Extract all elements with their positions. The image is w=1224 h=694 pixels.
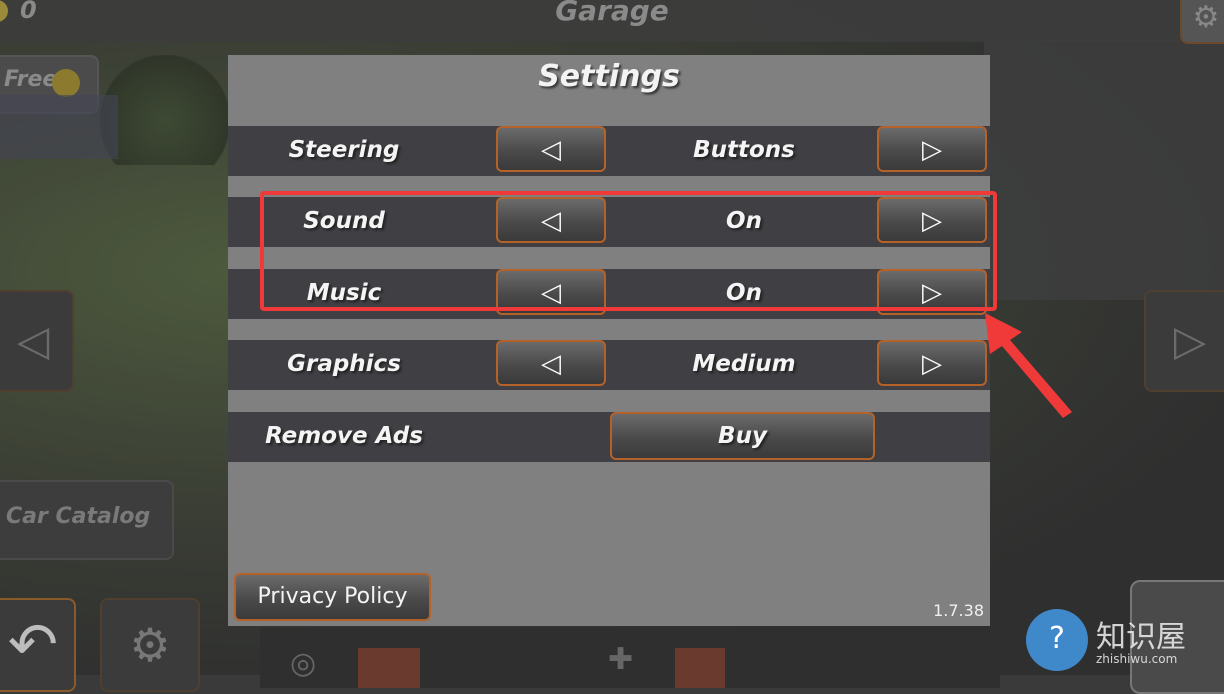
buy-button[interactable]: Buy	[610, 412, 875, 460]
setting-label: Steering	[288, 137, 400, 163]
repair-icon[interactable]: ✚	[608, 642, 633, 677]
free-label: Free	[4, 67, 58, 92]
background-trees	[100, 55, 230, 165]
remove-ads-label: Remove Ads	[265, 423, 423, 449]
left-arrow-icon[interactable]: ◁	[496, 340, 606, 386]
gear-icon[interactable]: ⚙	[1180, 0, 1224, 44]
setting-value: Buttons	[693, 137, 795, 163]
car-catalog-button[interactable]: Car Catalog	[0, 480, 174, 560]
setting-label: Graphics	[287, 351, 401, 377]
setting-value: Medium	[692, 351, 796, 377]
background-garage-wall	[984, 40, 1224, 300]
next-car-button[interactable]: ▷	[1144, 290, 1224, 392]
back-arrow-icon[interactable]: ↶	[0, 598, 76, 692]
steering-wheel-icon[interactable]: ◎	[290, 646, 316, 681]
setting-row-steering: Steering ◁ Buttons ▷	[228, 126, 990, 176]
garage-title: Garage	[555, 0, 669, 27]
left-arrow-icon[interactable]: ◁	[496, 126, 606, 172]
annotation-highlight-box	[260, 191, 997, 311]
car-thumbnail	[0, 95, 118, 159]
watermark-text: 知识屋	[1096, 620, 1186, 655]
right-arrow-icon[interactable]: ▷	[877, 340, 987, 386]
car-catalog-label: Car Catalog	[6, 504, 151, 529]
toolbar-slot[interactable]	[358, 648, 420, 688]
tire-icon[interactable]: ⚙	[100, 598, 200, 692]
settings-panel: Settings Steering ◁ Buttons ▷ Sound ◁ On…	[228, 55, 990, 626]
setting-row-remove-ads: Remove Ads Buy	[228, 412, 990, 462]
right-arrow-icon[interactable]: ▷	[877, 126, 987, 172]
setting-row-graphics: Graphics ◁ Medium ▷	[228, 340, 990, 390]
previous-car-button[interactable]: ◁	[0, 290, 74, 392]
settings-title: Settings	[538, 59, 680, 94]
watermark-logo-icon: ?	[1026, 609, 1088, 671]
coin-stack-icon	[52, 69, 80, 97]
toolbar-slot[interactable]	[675, 648, 725, 688]
privacy-policy-button[interactable]: Privacy Policy	[234, 573, 431, 621]
version-label: 1.7.38	[933, 601, 984, 620]
watermark-sub: zhishiwu.com	[1096, 652, 1178, 666]
